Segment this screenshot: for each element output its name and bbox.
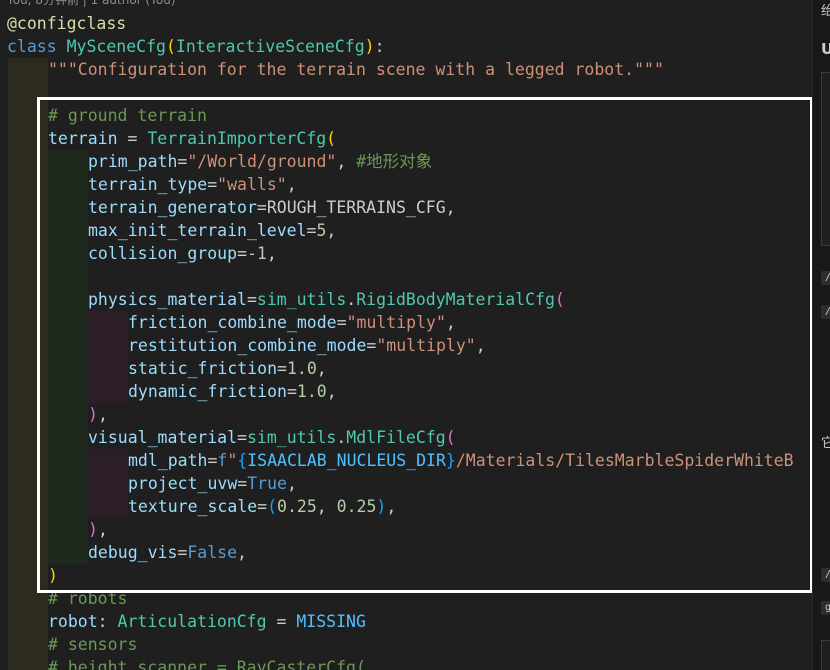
code-line[interactable]: # robots: [0, 587, 812, 610]
param-key: project_uvw: [128, 474, 238, 493]
git-blame-annotation[interactable]: You, 8分钟前 | 1 author (You): [7, 0, 175, 8]
param-key: terrain_type: [88, 175, 208, 194]
variable: robot: [48, 612, 98, 631]
docstring: """Configuration for the terrain scene w…: [48, 60, 664, 79]
code-line[interactable]: visual_material=sim_utils.MdlFileCfg(: [0, 426, 812, 449]
side-panel-chip[interactable]: /: [821, 305, 830, 319]
param-value: "multiply": [346, 313, 446, 332]
side-panel[interactable]: 绐 U / / 它 / g: [812, 0, 830, 670]
code-line[interactable]: ),: [0, 403, 812, 426]
param-key: physics_material: [88, 290, 247, 309]
module-ref: sim_utils: [256, 290, 347, 309]
class-name: MySceneCfg: [66, 37, 166, 56]
decorator: @configclass: [7, 14, 127, 33]
code-line[interactable]: max_init_terrain_level=5,: [0, 219, 812, 242]
class-ref: TerrainImporterCfg: [147, 129, 327, 148]
module-ref: sim_utils: [246, 428, 337, 447]
param-key: static_friction: [128, 359, 278, 378]
code-line[interactable]: terrain = TerrainImporterCfg(: [0, 127, 812, 150]
code-line[interactable]: collision_group=-1,: [0, 242, 812, 265]
comment: # sensors: [48, 635, 138, 654]
class-ref: RigidBodyMaterialCfg: [356, 290, 555, 309]
param-value: "multiply": [376, 336, 476, 355]
param-key: max_init_terrain_level: [88, 221, 307, 240]
code-line[interactable]: # ground terrain: [0, 104, 812, 127]
code-line[interactable]: prim_path="/World/ground", #地形对象: [0, 150, 812, 173]
param-value: 5: [316, 221, 327, 240]
param-key: dynamic_friction: [128, 382, 287, 401]
constant-ref: MISSING: [296, 612, 366, 631]
param-value: -1: [246, 244, 267, 263]
comment: #地形对象: [356, 152, 433, 171]
param-value: "walls": [217, 175, 287, 194]
param-value: 1.0: [286, 359, 317, 378]
app-window: You, 8分钟前 | 1 author (You) @configclass …: [0, 0, 830, 670]
code-line[interactable]: static_friction=1.0,: [0, 357, 812, 380]
side-panel-chip[interactable]: g: [821, 601, 830, 615]
param-value: "/World/ground": [187, 152, 337, 171]
code-line[interactable]: debug_vis=False,: [0, 541, 812, 564]
code-line[interactable]: physics_material=sim_utils.RigidBodyMate…: [0, 288, 812, 311]
code-line[interactable]: dynamic_friction=1.0,: [0, 380, 812, 403]
param-value: False: [187, 543, 238, 562]
side-panel-input-box[interactable]: [821, 640, 830, 670]
constant-ref: ISAACLAB_NUCLEUS_DIR: [247, 451, 446, 470]
comment: # height_scanner = RayCasterCfg(: [48, 658, 366, 670]
param-value: ROUGH_TERRAINS_CFG: [266, 198, 446, 217]
code-line[interactable]: ),: [0, 518, 812, 541]
code-line[interactable]: robot: ArticulationCfg = MISSING: [0, 610, 812, 633]
param-key: friction_combine_mode: [128, 313, 337, 332]
code-line[interactable]: """Configuration for the terrain scene w…: [0, 58, 812, 81]
class-keyword: class: [7, 37, 57, 56]
side-panel-text: 绐: [821, 0, 830, 19]
param-key: collision_group: [88, 244, 238, 263]
comment: # ground terrain: [48, 106, 207, 125]
code-line[interactable]: [0, 81, 812, 104]
code-line[interactable]: [0, 265, 812, 288]
class-ref: ArticulationCfg: [117, 612, 267, 631]
param-value: True: [247, 474, 287, 493]
comment: # robots: [48, 589, 128, 608]
code-line[interactable]: restitution_combine_mode="multiply",: [0, 334, 812, 357]
code-line[interactable]: # sensors: [0, 633, 812, 656]
string-quote: ": [227, 451, 238, 470]
param-value: 0.25: [277, 497, 317, 516]
param-key: terrain_generator: [88, 198, 257, 217]
param-value: 0.25: [336, 497, 377, 516]
param-key: visual_material: [88, 428, 238, 447]
side-panel-heading: U: [821, 40, 830, 58]
code-line[interactable]: friction_combine_mode="multiply",: [0, 311, 812, 334]
param-value: /Materials/TilesMarbleSpiderWhiteB: [455, 451, 794, 470]
code-line[interactable]: terrain_type="walls",: [0, 173, 812, 196]
code-editor[interactable]: You, 8分钟前 | 1 author (You) @configclass …: [0, 0, 812, 670]
code-line[interactable]: # height_scanner = RayCasterCfg(: [0, 656, 812, 670]
param-key: debug_vis: [88, 543, 178, 562]
code-line[interactable]: texture_scale=(0.25, 0.25),: [0, 495, 812, 518]
param-key: prim_path: [88, 152, 178, 171]
base-class: InteractiveSceneCfg: [175, 37, 365, 56]
code-line[interactable]: class MySceneCfg(InteractiveSceneCfg):: [0, 35, 812, 58]
param-key: mdl_path: [128, 451, 208, 470]
side-panel-chip[interactable]: /: [821, 271, 830, 285]
code-line[interactable]: terrain_generator=ROUGH_TERRAINS_CFG,: [0, 196, 812, 219]
code-line[interactable]: ): [0, 564, 812, 587]
code-line[interactable]: project_uvw=True,: [0, 472, 812, 495]
side-panel-chip[interactable]: /: [821, 568, 830, 582]
variable: terrain: [48, 129, 118, 148]
code-line[interactable]: @configclass: [0, 12, 812, 35]
class-ref: MdlFileCfg: [346, 428, 446, 447]
fstring-prefix: f: [217, 451, 228, 470]
param-value: 1.0: [296, 382, 327, 401]
side-panel-text: 它: [821, 432, 830, 451]
code-line[interactable]: mdl_path=f"{ISAACLAB_NUCLEUS_DIR}/Materi…: [0, 449, 812, 472]
param-key: restitution_combine_mode: [128, 336, 367, 355]
param-key: texture_scale: [128, 497, 258, 516]
side-panel-input-box[interactable]: [821, 72, 830, 246]
